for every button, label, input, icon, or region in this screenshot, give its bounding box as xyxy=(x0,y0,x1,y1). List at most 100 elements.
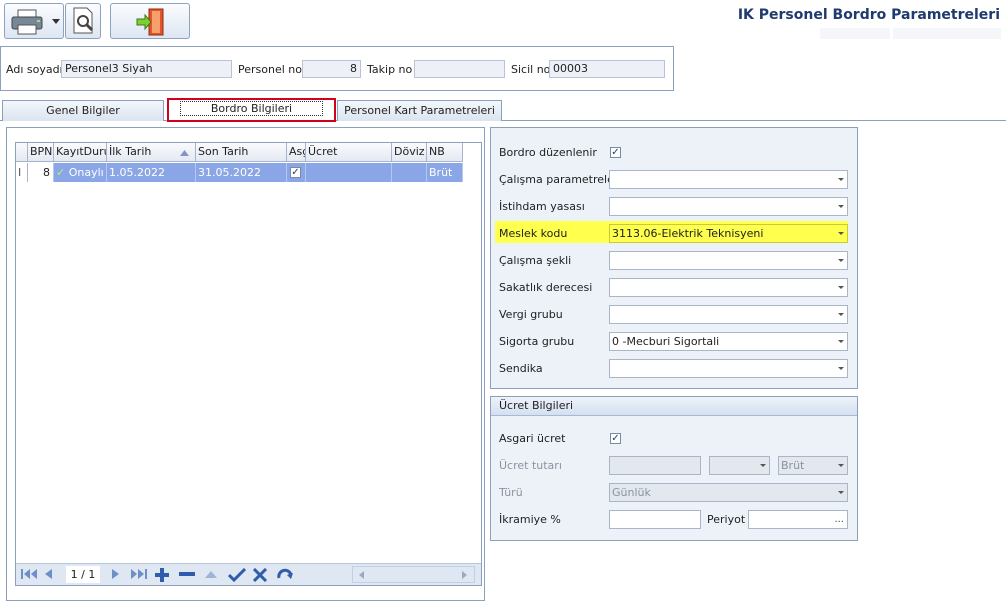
print-preview-icon xyxy=(73,7,94,34)
sakatlik-derecesi-combo[interactable] xyxy=(609,278,848,297)
sicil-no-field[interactable]: 00003 xyxy=(549,60,665,78)
insert-record-icon[interactable] xyxy=(154,568,172,582)
tab-bordro-bilgileri[interactable]: Bordro Bilgileri xyxy=(167,98,336,122)
chevron-down-icon[interactable] xyxy=(838,178,844,181)
exit-button[interactable] xyxy=(110,3,190,39)
combo-value: 3113.06-Elektrik Teknisyeni xyxy=(612,227,764,240)
ucret-panel: Ücret Bilgileri Asgari ücret ✓ Ücret tut… xyxy=(490,396,858,541)
ellipsis-button[interactable]: ... xyxy=(834,511,844,528)
ucret-doviz-combo[interactable] xyxy=(709,456,770,475)
cell-nb[interactable]: Brüt xyxy=(427,163,463,182)
column-header-kayit-durumu[interactable]: KayıtDurumu xyxy=(54,143,107,162)
ikramiye-field[interactable] xyxy=(609,510,701,529)
sendika-label: Sendika xyxy=(499,362,543,375)
cell-ucret[interactable] xyxy=(306,163,392,182)
combo-value: 0 -Mecburi Sigortali xyxy=(612,335,720,348)
chevron-down-icon[interactable] xyxy=(838,340,844,343)
chevron-down-icon[interactable] xyxy=(838,464,844,467)
periyot-field[interactable]: ... xyxy=(748,510,848,529)
chevron-down-icon[interactable] xyxy=(838,259,844,262)
column-header-nb[interactable]: NB xyxy=(427,143,463,162)
personel-no-label: Personel no xyxy=(238,63,302,76)
bordro-duzenlenir-label: Bordro düzenlenir xyxy=(499,146,597,159)
first-record-icon[interactable] xyxy=(20,568,38,580)
dropdown-arrow-icon[interactable] xyxy=(52,19,60,25)
asgari-ucret-checkbox[interactable]: ✓ xyxy=(610,433,621,444)
payroll-grid[interactable]: BPN KayıtDurumu İlk Tarih Son Tarih Asga… xyxy=(15,142,482,586)
post-record-icon[interactable] xyxy=(228,568,246,582)
column-header-son-tarih[interactable]: Son Tarih xyxy=(196,143,287,162)
delete-record-icon[interactable] xyxy=(178,568,196,580)
next-record-icon[interactable] xyxy=(110,568,122,580)
edit-record-icon[interactable] xyxy=(204,568,218,580)
cell-doviz[interactable] xyxy=(392,163,427,182)
chevron-down-icon[interactable] xyxy=(838,313,844,316)
sort-ascending-icon xyxy=(180,150,189,156)
column-header-doviz[interactable]: Döviz xyxy=(392,143,427,162)
sigorta-grubu-label: Sigorta grubu xyxy=(499,335,575,348)
scroll-left-icon[interactable] xyxy=(359,571,365,579)
cell-bpn[interactable]: 8 xyxy=(28,163,54,182)
ucret-brut-combo[interactable]: Brüt xyxy=(778,456,848,475)
cell-asgari-checkbox[interactable]: ✓ xyxy=(290,167,301,178)
cancel-edit-icon[interactable] xyxy=(252,568,268,582)
printer-icon xyxy=(11,9,43,35)
sendika-combo[interactable] xyxy=(609,359,848,378)
takip-no-field[interactable] xyxy=(414,60,505,78)
row-indicator[interactable]: I xyxy=(16,163,28,182)
meslek-kodu-combo[interactable]: 3113.06-Elektrik Teknisyeni xyxy=(609,224,848,243)
horizontal-scrollbar[interactable] xyxy=(352,566,475,583)
previous-record-icon[interactable] xyxy=(42,568,54,580)
column-header-ucret[interactable]: Ücret xyxy=(306,143,392,162)
cell-ilk-tarih[interactable]: 1.05.2022 xyxy=(107,163,196,182)
tab-genel-bilgiler[interactable]: Genel Bilgiler xyxy=(2,100,164,121)
column-header-ilk-tarih[interactable]: İlk Tarih xyxy=(107,143,196,162)
refresh-icon[interactable] xyxy=(276,568,294,582)
chevron-down-icon[interactable] xyxy=(760,464,766,467)
title-decoration xyxy=(893,28,1001,39)
row-indicator-header xyxy=(16,143,28,162)
chevron-down-icon[interactable] xyxy=(838,491,844,494)
ad-soyadi-field[interactable]: Personel3 Siyah xyxy=(61,60,232,78)
sakatlik-derecesi-label: Sakatlık derecesi xyxy=(499,281,593,294)
chevron-down-icon[interactable] xyxy=(838,205,844,208)
preview-button[interactable] xyxy=(65,3,101,39)
page-indicator: 1 / 1 xyxy=(66,566,100,583)
grid-container: BPN KayıtDurumu İlk Tarih Son Tarih Asga… xyxy=(6,127,485,601)
tab-personel-kart-parametreleri[interactable]: Personel Kart Parametreleri xyxy=(337,100,502,121)
istihdam-yasasi-combo[interactable] xyxy=(609,197,848,216)
asgari-ucret-label: Asgari ücret xyxy=(499,432,566,445)
cell-asgari[interactable]: ✓ xyxy=(287,163,306,182)
chevron-down-icon[interactable] xyxy=(838,286,844,289)
cell-kayit-durumu[interactable]: ✓ Onaylı xyxy=(54,163,107,182)
column-header-asgari[interactable]: Asgari xyxy=(287,143,306,162)
tab-label: Personel Kart Parametreleri xyxy=(344,104,495,117)
calisma-parametreleri-label: Çalışma parametreleri xyxy=(499,173,622,186)
sigorta-grubu-combo[interactable]: 0 -Mecburi Sigortali xyxy=(609,332,848,351)
calisma-sekli-label: Çalışma şekli xyxy=(499,254,572,267)
check-icon: ✓ xyxy=(56,166,66,179)
cell-son-tarih[interactable]: 31.05.2022 xyxy=(196,163,287,182)
print-button[interactable] xyxy=(4,3,64,39)
last-record-icon[interactable] xyxy=(130,568,148,580)
scroll-right-icon[interactable] xyxy=(462,571,468,579)
ikramiye-label: İkramiye % xyxy=(499,513,561,526)
vergi-grubu-combo[interactable] xyxy=(609,305,848,324)
tab-label: Bordro Bilgileri xyxy=(179,101,324,116)
turu-combo[interactable]: Günlük xyxy=(609,483,848,502)
bordro-duzenlenir-checkbox[interactable]: ✓ xyxy=(610,147,621,158)
ucret-tutari-field[interactable] xyxy=(609,456,701,475)
sicil-no-label: Sicil no xyxy=(511,63,551,76)
chevron-down-icon[interactable] xyxy=(838,367,844,370)
ucret-panel-title: Ücret Bilgileri xyxy=(491,397,857,416)
takip-no-label: Takip no xyxy=(367,63,413,76)
chevron-down-icon[interactable] xyxy=(838,232,844,235)
calisma-sekli-combo[interactable] xyxy=(609,251,848,270)
calisma-parametreleri-combo[interactable] xyxy=(609,170,848,189)
istihdam-yasasi-label: İstihdam yasası xyxy=(499,200,585,213)
bordro-panel: Bordro düzenlenir ✓ Çalışma parametreler… xyxy=(490,127,858,389)
ucret-tutari-label: Ücret tutarı xyxy=(499,459,562,472)
personel-no-field[interactable]: 8 xyxy=(302,60,361,78)
employee-header-panel: Adı soyadı Personel3 Siyah Personel no 8… xyxy=(0,46,674,91)
column-header-bpn[interactable]: BPN xyxy=(28,143,54,162)
